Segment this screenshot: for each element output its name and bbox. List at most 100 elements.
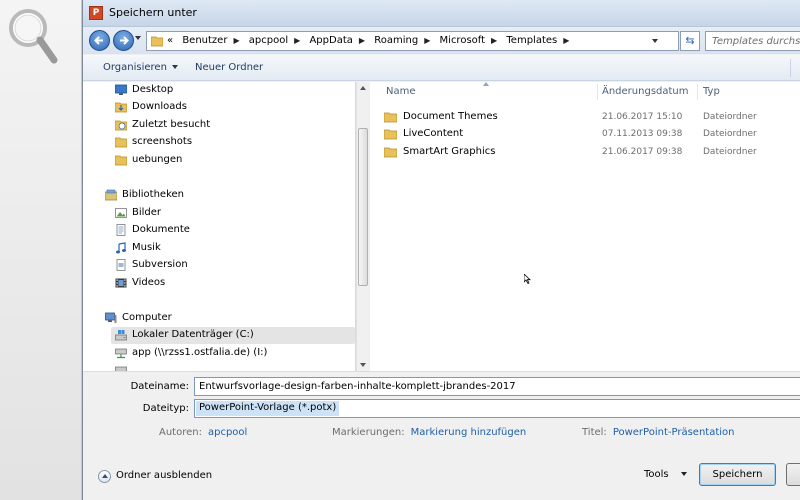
drive-icon — [115, 330, 127, 341]
arrow-left-icon — [94, 36, 103, 45]
file-name: SmartArt Graphics — [403, 146, 496, 157]
navigation-scrollbar[interactable] — [356, 82, 369, 371]
nav-item-label: Dokumente — [132, 224, 190, 235]
command-bar: Organisieren Neuer Ordner — [83, 55, 800, 81]
magnifier-icon — [9, 9, 58, 64]
nav-item-computer[interactable]: Computer — [105, 310, 355, 327]
folder-icon — [384, 147, 397, 158]
file-list: Name Änderungsdatum Typ Document Themes … — [370, 82, 800, 371]
search-input[interactable] — [706, 32, 800, 50]
breadcrumb-item[interactable]: Microsoft — [440, 35, 486, 46]
tags-label: Markierungen: — [332, 427, 405, 438]
file-row[interactable]: LiveContent 07.11.2013 09:38 Dateiordner — [370, 125, 800, 143]
folder-icon — [151, 36, 163, 47]
address-history-dropdown[interactable] — [648, 32, 662, 50]
back-button[interactable] — [89, 30, 110, 51]
nav-item-music[interactable]: Musik — [115, 240, 355, 257]
breadcrumb-overflow[interactable]: « — [167, 35, 173, 46]
desktop-icon — [115, 84, 127, 95]
computer-icon — [105, 312, 117, 323]
filetype-selected: PowerPoint-Vorlage (*.potx) — [196, 401, 340, 416]
nav-item-network-drive[interactable]: app (\\rzss1.ostfalia.de) (I:) — [115, 345, 355, 362]
chevron-right-icon[interactable]: ▶ — [424, 36, 430, 45]
nav-item-partial — [115, 363, 355, 371]
arrow-right-icon — [120, 36, 129, 45]
save-form: Dateiname: Dateityp: PowerPoint-Vorlage … — [83, 371, 800, 500]
nav-item-label: Desktop — [132, 84, 174, 95]
authors-meta: Autoren: apcpool — [159, 427, 247, 438]
scroll-down-icon[interactable] — [360, 363, 366, 367]
chevron-right-icon[interactable]: ▶ — [233, 36, 239, 45]
nav-item-pictures[interactable]: Bilder — [115, 205, 355, 222]
breadcrumb-item[interactable]: apcpool — [249, 35, 288, 46]
breadcrumb-item[interactable]: Benutzer — [182, 35, 227, 46]
column-header-type[interactable]: Typ — [703, 82, 793, 102]
file-name: Document Themes — [403, 111, 498, 122]
search-box[interactable] — [705, 31, 800, 51]
scroll-up-icon[interactable] — [360, 86, 366, 90]
file-row[interactable]: SmartArt Graphics 21.06.2017 09:38 Datei… — [370, 143, 800, 161]
file-type: Dateiordner — [703, 147, 757, 157]
libraries-icon — [105, 189, 117, 201]
recent-locations-dropdown[interactable] — [135, 36, 141, 40]
column-divider[interactable] — [697, 84, 698, 100]
folder-icon — [384, 112, 397, 123]
authors-label: Autoren: — [159, 427, 202, 438]
nav-item-uebungen[interactable]: uebungen — [115, 152, 355, 169]
powerpoint-background — [0, 0, 82, 500]
authors-value[interactable]: apcpool — [208, 427, 247, 438]
nav-item-videos[interactable]: Videos — [115, 275, 355, 292]
chevron-right-icon[interactable]: ▶ — [491, 36, 497, 45]
breadcrumb-item[interactable]: Roaming — [374, 35, 418, 46]
folder-icon — [115, 155, 127, 166]
nav-item-label: Zuletzt besucht — [132, 119, 211, 130]
nav-item-documents[interactable]: Dokumente — [115, 222, 355, 239]
filename-label: Dateiname: — [130, 381, 189, 392]
pictures-icon — [115, 208, 127, 218]
nav-item-label: app (\\rzss1.ostfalia.de) (I:) — [132, 347, 268, 358]
scrollbar-thumb[interactable] — [358, 128, 368, 286]
filename-field[interactable] — [194, 377, 800, 396]
nav-item-downloads[interactable]: Downloads — [115, 99, 355, 116]
refresh-button[interactable]: ⇆ — [680, 31, 700, 51]
toolbar-overflow[interactable] — [790, 59, 800, 77]
tools-menu[interactable]: Tools — [644, 469, 687, 480]
title-bar: P Speichern unter — [83, 0, 800, 27]
breadcrumb-item[interactable]: AppData — [309, 35, 352, 46]
chevron-right-icon[interactable]: ▶ — [359, 36, 365, 45]
nav-item-label: Bilder — [132, 207, 162, 218]
filename-input[interactable] — [195, 378, 800, 395]
tools-label: Tools — [644, 469, 669, 480]
chevron-right-icon[interactable]: ▶ — [563, 36, 569, 45]
column-header-date[interactable]: Änderungsdatum — [602, 82, 697, 102]
new-folder-button[interactable]: Neuer Ordner — [195, 62, 263, 73]
documents-icon — [116, 224, 126, 236]
nav-item-local-disk[interactable]: Lokaler Datenträger (C:) — [111, 327, 355, 344]
nav-item-label: Bibliotheken — [122, 189, 184, 200]
nav-item-libraries[interactable]: Bibliotheken — [105, 187, 355, 204]
file-type: Dateiordner — [703, 129, 757, 139]
nav-item-label: screenshots — [132, 136, 193, 147]
nav-item-recent-places[interactable]: Zuletzt besucht — [115, 117, 355, 134]
nav-item-desktop[interactable]: Desktop — [115, 82, 355, 99]
nav-item-screenshots[interactable]: screenshots — [115, 134, 355, 151]
address-bar[interactable]: « Benutzer ▶ apcpool ▶ AppData ▶ Roaming ▶ M… — [146, 31, 679, 51]
chevron-right-icon[interactable]: ▶ — [294, 36, 300, 45]
cancel-button[interactable] — [786, 463, 800, 486]
sort-ascending-icon — [483, 82, 489, 86]
breadcrumb-item[interactable]: Templates — [506, 35, 557, 46]
filetype-select[interactable]: PowerPoint-Vorlage (*.potx) — [194, 399, 800, 418]
organize-menu[interactable]: Organisieren — [103, 62, 178, 73]
title-meta: Titel: PowerPoint-Präsentation — [582, 427, 734, 438]
chevron-down-icon — [171, 65, 178, 69]
breadcrumb: « Benutzer ▶ apcpool ▶ AppData ▶ Roaming ▶ M… — [167, 35, 575, 46]
tags-value[interactable]: Markierung hinzufügen — [411, 427, 527, 438]
column-divider[interactable] — [597, 84, 598, 100]
mouse-cursor-icon — [524, 274, 531, 284]
file-row[interactable]: Document Themes 21.06.2017 15:10 Dateior… — [370, 108, 800, 126]
save-button[interactable]: Speichern — [699, 463, 776, 486]
nav-item-subversion[interactable]: Subversion — [115, 257, 355, 274]
nav-item-label: uebungen — [132, 154, 183, 165]
forward-button[interactable] — [113, 30, 134, 51]
title-value[interactable]: PowerPoint-Präsentation — [613, 427, 735, 438]
